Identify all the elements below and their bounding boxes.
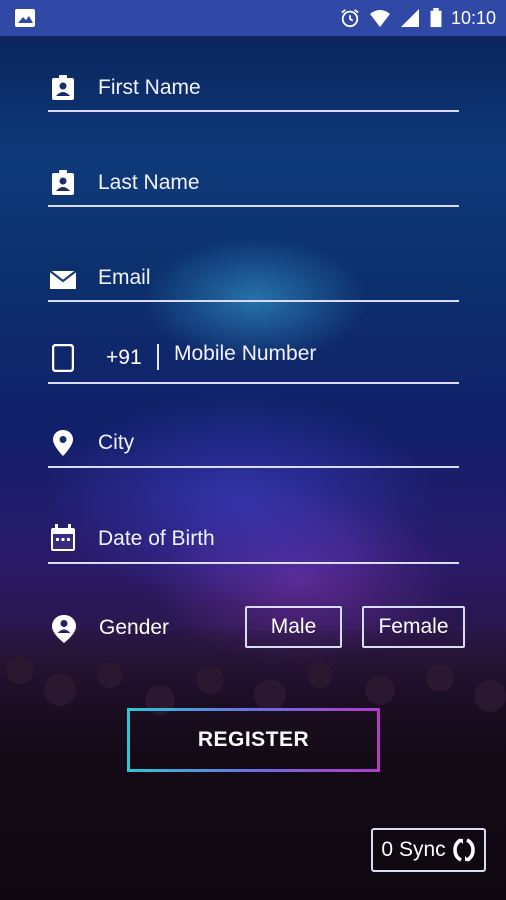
status-time: 10:10 xyxy=(450,7,496,28)
mobile-underline xyxy=(48,382,459,384)
register-button[interactable]: REGISTER xyxy=(127,708,380,772)
last-name-underline xyxy=(48,205,459,207)
calendar-icon xyxy=(51,524,75,551)
dob-placeholder: Date of Birth xyxy=(98,527,215,550)
sync-count: 0 xyxy=(381,838,393,861)
country-code[interactable]: +91 xyxy=(106,346,142,370)
envelope-icon xyxy=(50,270,76,289)
email-placeholder: Email xyxy=(98,266,151,289)
sync-icon xyxy=(452,838,475,862)
dob-field[interactable]: Date of Birth xyxy=(48,520,459,566)
last-name-field[interactable]: Last Name xyxy=(48,165,459,209)
location-pin-icon xyxy=(53,430,73,456)
city-underline xyxy=(48,466,459,468)
first-name-placeholder: First Name xyxy=(98,76,201,99)
sync-button[interactable]: 0 Sync xyxy=(371,828,486,872)
contact-card-icon xyxy=(52,75,74,100)
mobile-placeholder: Mobile Number xyxy=(174,342,317,365)
gender-row: Gender Male Female xyxy=(48,606,468,652)
dob-underline xyxy=(48,562,459,564)
sync-label: Sync xyxy=(399,838,446,861)
city-field[interactable]: City xyxy=(48,426,459,470)
email-underline xyxy=(48,300,459,302)
first-name-underline xyxy=(48,110,459,112)
image-icon xyxy=(15,9,35,27)
registration-screen: 10:10 First Name Last Name Email +91 Mob… xyxy=(0,0,506,900)
phone-icon xyxy=(52,344,74,372)
wifi-icon xyxy=(369,10,390,27)
last-name-placeholder: Last Name xyxy=(98,171,200,194)
signal-icon xyxy=(400,9,419,27)
email-field[interactable]: Email xyxy=(48,260,459,304)
gender-male-button[interactable]: Male xyxy=(245,606,342,648)
battery-icon xyxy=(430,8,442,28)
city-placeholder: City xyxy=(98,431,135,454)
mobile-field[interactable]: +91 Mobile Number xyxy=(48,338,459,388)
gender-female-button[interactable]: Female xyxy=(362,606,465,648)
gender-label: Gender xyxy=(99,616,170,639)
first-name-field[interactable]: First Name xyxy=(48,70,459,114)
contact-card-icon xyxy=(52,170,74,195)
person-pin-icon xyxy=(52,615,76,643)
status-bar: 10:10 xyxy=(0,0,506,36)
country-code-divider xyxy=(157,344,159,370)
alarm-icon xyxy=(341,9,359,28)
